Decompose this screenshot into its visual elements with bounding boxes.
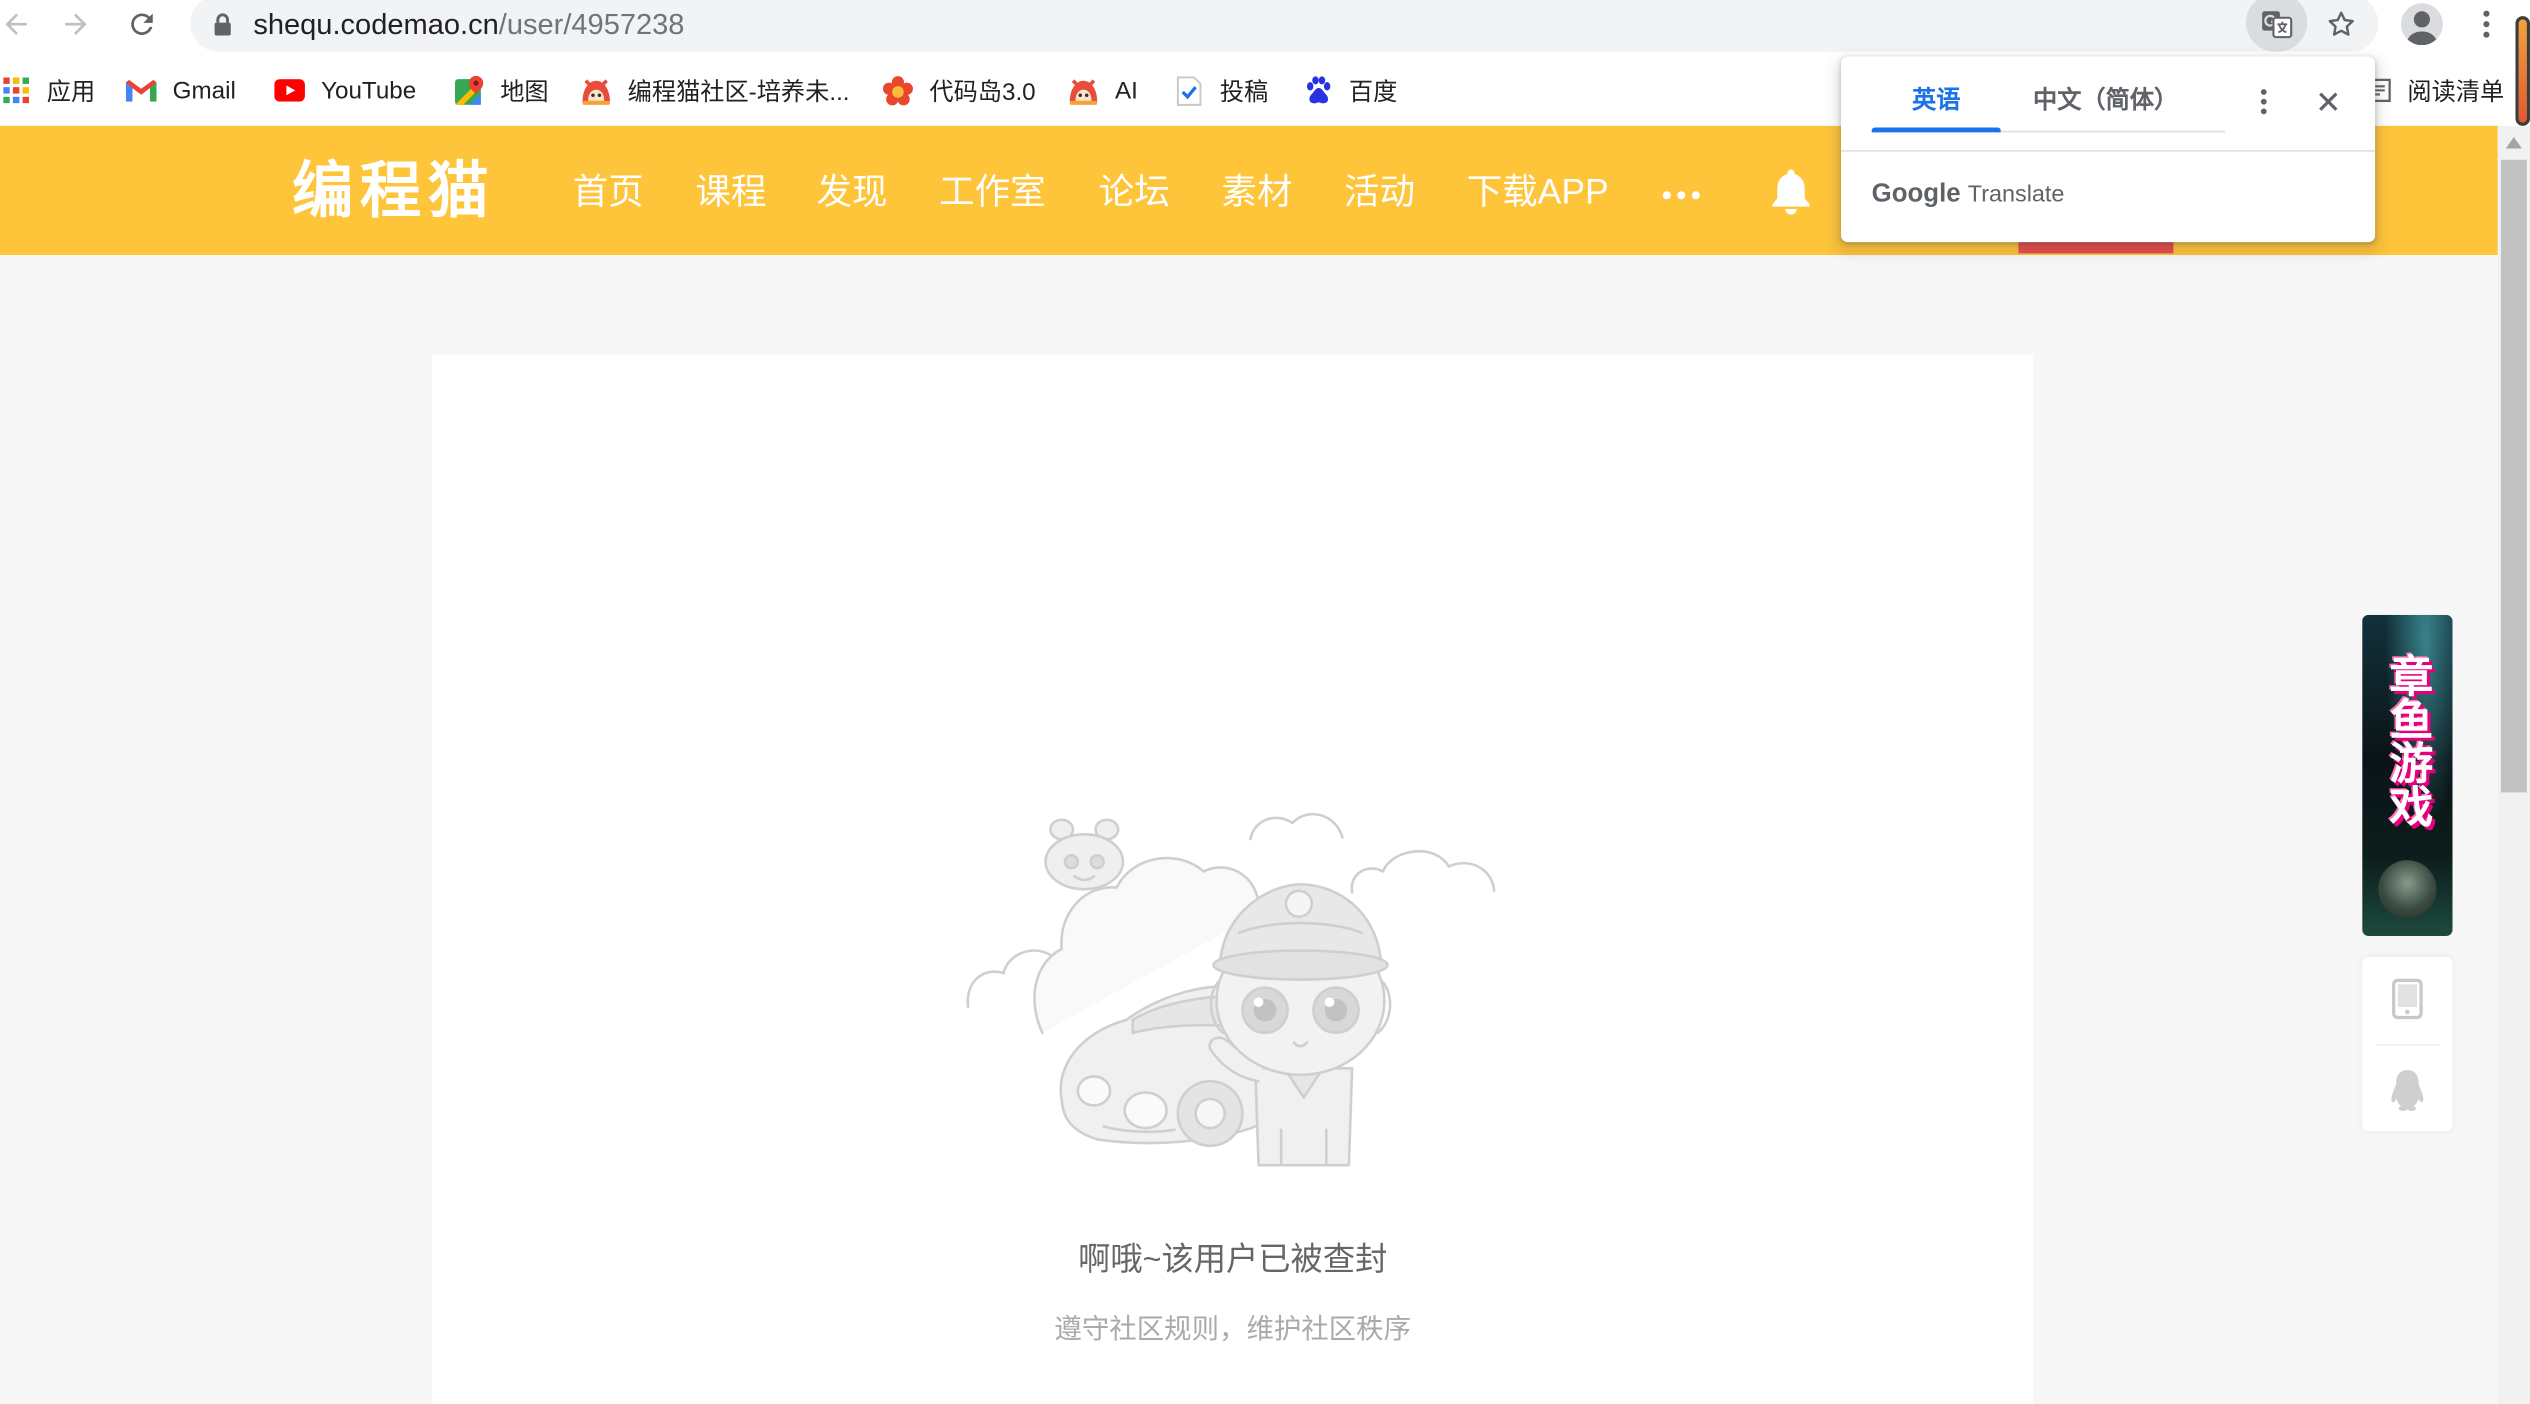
- maps-icon: [453, 75, 484, 106]
- tab-baseline: [2000, 130, 2226, 133]
- translate-options-icon[interactable]: [2256, 86, 2272, 118]
- star-icon[interactable]: [2325, 8, 2357, 40]
- nav-discover[interactable]: 发现: [816, 168, 887, 216]
- url-path: /user/4957238: [498, 8, 685, 41]
- nav-forum[interactable]: 论坛: [1099, 168, 1170, 216]
- bookmark-label: AI: [1114, 76, 1138, 105]
- bookmark-code-island[interactable]: 代码岛3.0: [882, 71, 1036, 110]
- bookmark-codemao-community[interactable]: 编程猫社区-培养未...: [581, 71, 850, 110]
- close-icon[interactable]: [2317, 90, 2340, 113]
- lock-icon[interactable]: [213, 13, 232, 36]
- translate-wordmark: Translate: [1967, 182, 2065, 209]
- bookmark-label: Gmail: [172, 76, 236, 105]
- bookmark-submit[interactable]: 投稿: [1173, 71, 1268, 110]
- bookmark-apps[interactable]: 应用: [0, 71, 95, 110]
- bookmark-label: 编程猫社区-培养未...: [627, 78, 850, 106]
- google-translate-brand: Google Translate: [1872, 179, 2065, 211]
- codemao-icon: [1068, 75, 1099, 106]
- bookmark-label: 代码岛3.0: [929, 78, 1036, 106]
- side-tools-divider: [2375, 1044, 2440, 1046]
- tab-target-language[interactable]: 中文（简体）: [2025, 86, 2186, 118]
- bookmark-baidu[interactable]: 百度: [1302, 71, 1397, 110]
- banner-character-art: [2378, 860, 2437, 919]
- translate-divider: [1841, 150, 2376, 152]
- bookmark-label: 投稿: [1219, 78, 1269, 106]
- nav-download-app[interactable]: 下载APP: [1467, 168, 1609, 216]
- blocked-user-title: 啊哦~该用户已被查封: [1078, 1242, 1388, 1279]
- active-tab-underline: [1871, 127, 2001, 133]
- window-edge-decoration: [2515, 16, 2530, 126]
- translate-bubble: 英语 中文（简体） Google Translate: [1841, 56, 2376, 243]
- youtube-icon: [274, 75, 305, 106]
- bookmark-youtube[interactable]: YouTube: [274, 71, 416, 110]
- url-host: shequ.codemao.cn: [253, 8, 499, 41]
- code-island-icon: [882, 75, 914, 106]
- nav-materials[interactable]: 素材: [1221, 168, 1292, 216]
- tab-source-language[interactable]: 英语: [1872, 86, 2001, 118]
- reading-list-label: 阅读清单: [2407, 78, 2505, 106]
- profile-icon[interactable]: [2400, 3, 2443, 46]
- bookmark-label: 应用: [46, 78, 96, 106]
- codemao-icon: [581, 75, 612, 106]
- url-text[interactable]: shequ.codemao.cn/user/4957238: [253, 6, 684, 42]
- game-promo-title: 章鱼游戏: [2383, 653, 2432, 828]
- police-cat-illustration: [966, 812, 1496, 1167]
- bookmark-maps[interactable]: 地图: [453, 71, 549, 110]
- site-logo[interactable]: 编程猫: [292, 157, 495, 228]
- apps-grid-icon: [0, 75, 31, 106]
- active-tab-indicator: [2018, 242, 2174, 254]
- submit-doc-icon: [1173, 75, 1204, 106]
- bookmark-ai[interactable]: AI: [1068, 71, 1138, 110]
- back-arrow-icon[interactable]: [0, 8, 32, 40]
- nav-events[interactable]: 活动: [1344, 168, 1415, 216]
- gmail-icon: [125, 75, 157, 106]
- bookmark-gmail[interactable]: Gmail: [125, 71, 236, 110]
- bell-icon[interactable]: [1770, 166, 1812, 215]
- nav-studio[interactable]: 工作室: [939, 168, 1046, 216]
- forward-arrow-icon[interactable]: [60, 8, 92, 40]
- blocked-user-subtitle: 遵守社区规则，维护社区秩序: [1054, 1313, 1412, 1345]
- reload-icon[interactable]: [126, 8, 158, 40]
- scrollbar-thumb[interactable]: [2500, 159, 2527, 793]
- bookmark-label: 地图: [500, 78, 549, 106]
- more-dots-icon[interactable]: [1659, 184, 1704, 207]
- nav-courses[interactable]: 课程: [695, 168, 766, 216]
- translate-icon: [2261, 8, 2293, 40]
- baidu-paw-icon: [1302, 75, 1333, 106]
- mobile-phone-icon[interactable]: [2391, 978, 2423, 1020]
- browser-window: shequ.codemao.cn/user/4957238 应用 Gmail Y…: [0, 0, 2530, 1404]
- bookmark-label: 百度: [1348, 78, 1398, 106]
- qq-penguin-icon[interactable]: [2390, 1068, 2425, 1113]
- scroll-up-arrow-icon[interactable]: [2505, 137, 2522, 149]
- google-wordmark: Google: [1871, 180, 1961, 209]
- reading-list-button[interactable]: 阅读清单: [2365, 71, 2504, 110]
- kebab-menu-icon[interactable]: [2478, 6, 2494, 42]
- nav-home[interactable]: 首页: [573, 168, 644, 216]
- toy-robot-drawing: [1044, 818, 1125, 891]
- bookmark-label: YouTube: [321, 76, 417, 105]
